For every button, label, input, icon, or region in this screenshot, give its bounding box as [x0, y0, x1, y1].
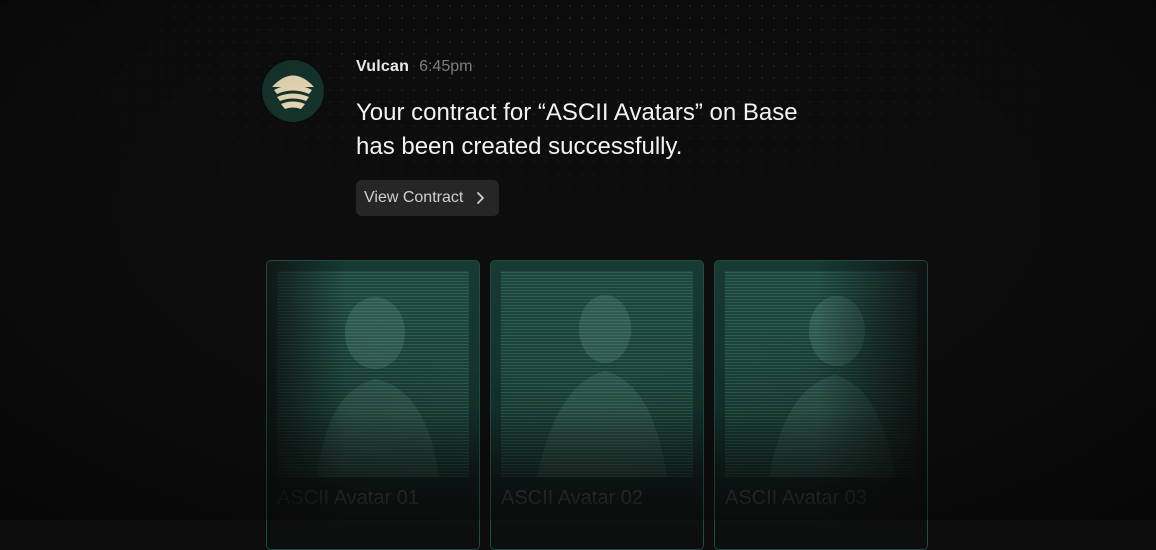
nft-card[interactable]: ASCII Avatar 02 [490, 260, 704, 550]
card-title: ASCII Avatar 01 [277, 487, 419, 509]
vulcan-logo-icon [272, 75, 314, 109]
view-contract-button[interactable]: View Contract [356, 180, 500, 216]
sender-avatar [262, 60, 324, 122]
sender-name: Vulcan [356, 58, 410, 75]
notification-message: Vulcan 6:45pm Your contract for “ASCII A… [356, 58, 876, 164]
message-meta: Vulcan 6:45pm [356, 58, 876, 82]
nft-card-row: ASCII Avatar 01 ASCII Avatar 02 ASCII Av… [266, 260, 928, 550]
message-body: Your contract for “ASCII Avatars” on Bas… [356, 99, 798, 160]
ascii-avatar-image [725, 271, 917, 477]
view-contract-label: View Contract [364, 189, 464, 206]
nft-card[interactable]: ASCII Avatar 01 [266, 260, 480, 550]
card-title: ASCII Avatar 02 [501, 487, 643, 509]
ascii-avatar-image [501, 271, 693, 477]
card-title: ASCII Avatar 03 [725, 487, 867, 509]
ascii-avatar-image [277, 271, 469, 477]
nft-card[interactable]: ASCII Avatar 03 [714, 260, 928, 550]
timestamp: 6:45pm [419, 58, 473, 75]
chevron-right-icon [477, 192, 485, 204]
